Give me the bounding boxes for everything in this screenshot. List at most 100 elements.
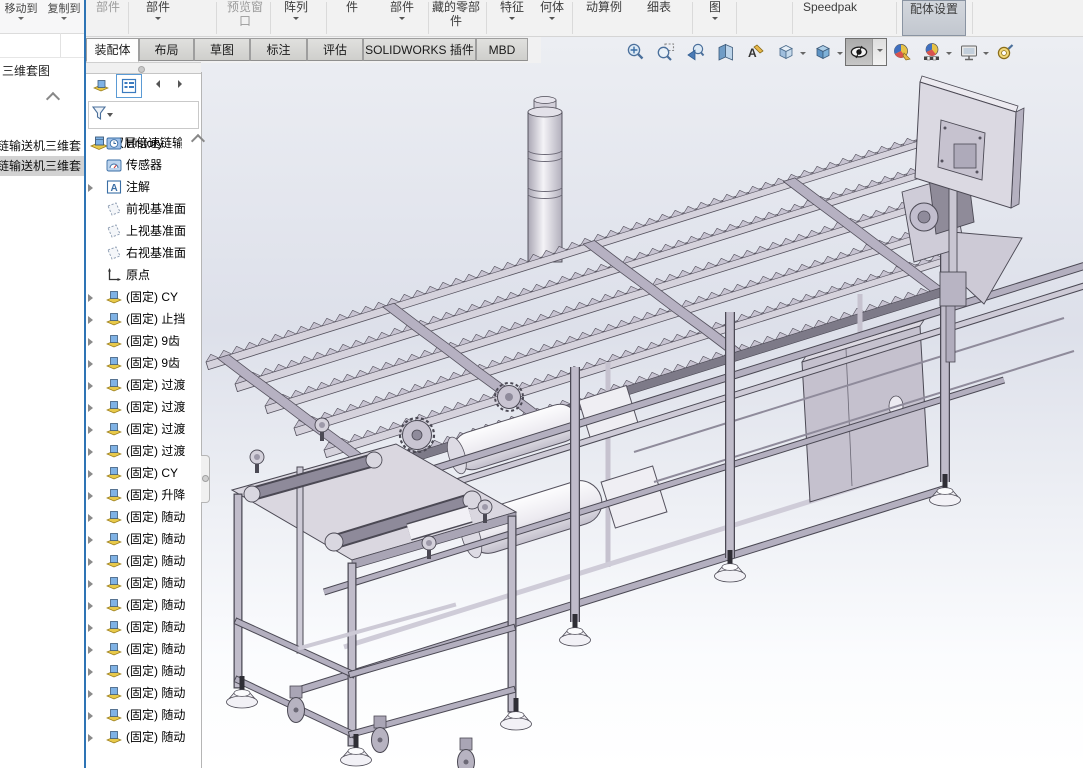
filter-funnel-icon[interactable] [92, 105, 114, 125]
expand-arrow-icon[interactable] [88, 338, 97, 346]
tree-item[interactable]: A (固定) 升降 [86, 484, 201, 506]
caster-wheel[interactable] [372, 716, 389, 753]
ribbon-assembly-features-button[interactable]: 特征 [492, 0, 532, 23]
tree-item[interactable]: A 上视基准面 [86, 220, 201, 242]
leveling-foot[interactable] [341, 734, 372, 766]
tree-item[interactable]: A (固定) 随动 [86, 594, 201, 616]
tree-item[interactable]: A 注解 [86, 176, 201, 198]
view-orientation-icon[interactable] [774, 40, 798, 64]
expand-arrow-icon[interactable] [88, 294, 97, 302]
expand-arrow-icon[interactable] [88, 448, 97, 456]
propertymanager-tab[interactable] [116, 74, 142, 98]
tree-item[interactable]: A 原点 [86, 264, 201, 286]
tree-item[interactable]: A (固定) 随动 [86, 506, 201, 528]
expand-arrow-icon[interactable] [88, 712, 97, 720]
copy-to-button[interactable]: 复制到 [44, 0, 84, 30]
tree-item[interactable]: A (固定) 9齿 [86, 352, 201, 374]
leveling-foot[interactable] [501, 698, 532, 730]
tree-item[interactable]: A (固定) 随动 [86, 682, 201, 704]
view-settings-icon[interactable] [957, 40, 981, 64]
expand-arrow-icon[interactable] [88, 624, 97, 632]
ribbon-pattern-button[interactable]: 阵列 [276, 0, 316, 23]
tab-solidworks-addins[interactable]: SOLIDWORKS 插件 [363, 38, 476, 61]
expand-arrow-icon[interactable] [88, 360, 97, 368]
scroll-tabs-right-icon[interactable] [178, 80, 186, 88]
file-row[interactable]: 链输送机三维套 [0, 136, 84, 156]
hide-show-items-button-pressed[interactable] [845, 38, 887, 66]
tree-item[interactable]: A 传感器 [86, 154, 201, 176]
ribbon-hidden-components-button[interactable]: 藏的零部件 [432, 0, 480, 28]
ribbon-exploded-view-button[interactable]: 图 [700, 0, 730, 23]
tab-mbd[interactable]: MBD [476, 38, 528, 61]
expand-arrow-icon[interactable] [88, 668, 97, 676]
panel-splitter-horizontal[interactable] [86, 62, 201, 74]
expand-arrow-icon[interactable] [88, 184, 97, 192]
tab-layout[interactable]: 布局 [139, 38, 194, 61]
chevron-down-icon[interactable] [946, 52, 952, 58]
expand-arrow-icon[interactable] [88, 580, 97, 588]
tab-sketch[interactable]: 草图 [194, 38, 250, 61]
tree-filter-box[interactable] [88, 101, 199, 129]
bellows-cylinder[interactable] [528, 97, 562, 263]
tree-item[interactable]: A (固定) 过渡 [86, 374, 201, 396]
expand-arrow-icon[interactable] [88, 602, 97, 610]
tree-item[interactable]: A (固定) 过渡 [86, 418, 201, 440]
expand-arrow-icon[interactable] [88, 734, 97, 742]
file-row-selected[interactable]: 链输送机三维套 [0, 156, 84, 176]
adjustment-knob[interactable] [250, 450, 264, 473]
tree-item[interactable]: A (固定) 9齿 [86, 330, 201, 352]
chevron-down-icon[interactable] [983, 52, 989, 58]
tree-item[interactable]: A (固定) CY [86, 286, 201, 308]
expand-arrow-icon[interactable] [88, 492, 97, 500]
tree-item[interactable]: A 右视基准面 [86, 242, 201, 264]
graphics-viewport[interactable]: A [201, 37, 1083, 768]
caster-wheel[interactable] [288, 686, 305, 723]
chevron-down-icon[interactable] [800, 52, 806, 58]
caster-wheel[interactable] [458, 738, 475, 768]
tab-evaluate[interactable]: 评估 [307, 38, 363, 61]
previous-view-icon[interactable] [684, 40, 708, 64]
expand-arrow-icon[interactable] [88, 536, 97, 544]
tab-assembly[interactable]: 装配体 [86, 38, 139, 62]
expand-arrow-icon[interactable] [88, 646, 97, 654]
expand-arrow-icon[interactable] [88, 316, 97, 324]
assembly-3d-model[interactable] [204, 62, 1083, 768]
tree-item[interactable]: A (固定) 随动 [86, 528, 201, 550]
tree-item[interactable]: A (固定) 随动 [86, 572, 201, 594]
expand-arrow-icon[interactable] [88, 404, 97, 412]
expand-arrow-icon[interactable] [88, 690, 97, 698]
tree-item[interactable]: A (固定) 过渡 [86, 440, 201, 462]
tree-item[interactable]: A 前视基准面 [86, 198, 201, 220]
zoom-to-fit-icon[interactable] [624, 40, 648, 64]
tree-item[interactable]: A (固定) 随动 [86, 616, 201, 638]
leveling-foot[interactable] [560, 614, 591, 646]
ribbon-bom-button[interactable]: 细表 [636, 0, 682, 14]
scroll-tabs-left-icon[interactable] [152, 80, 160, 88]
expand-arrow-icon[interactable] [88, 514, 97, 522]
tree-item[interactable]: A (固定) 随动 [86, 550, 201, 572]
tree-item[interactable]: A (固定) 随动 [86, 726, 201, 748]
annotation-views-icon[interactable]: A [744, 40, 768, 64]
hide-show-dropdown[interactable] [872, 39, 886, 65]
display-style-icon[interactable] [811, 40, 835, 64]
hide-show-items-icon[interactable] [847, 40, 871, 64]
move-to-button[interactable]: 移动到 [2, 0, 40, 30]
expand-arrow-icon[interactable] [88, 470, 97, 478]
tree-item[interactable]: A (固定) CY [86, 462, 201, 484]
ribbon-move-component-button[interactable]: 部件 [382, 0, 422, 23]
leveling-foot[interactable] [227, 676, 258, 708]
tree-item[interactable]: A (固定) 过渡 [86, 396, 201, 418]
ribbon-insert-component-button[interactable]: 部件 [138, 0, 178, 23]
section-view-icon[interactable] [714, 40, 738, 64]
featuremanager-tab[interactable] [88, 74, 114, 98]
chevron-down-icon[interactable] [837, 52, 843, 58]
tree-item[interactable]: A (固定) 随动 [86, 660, 201, 682]
magnify-icon[interactable] [994, 40, 1018, 64]
tree-item[interactable]: A History [86, 132, 201, 154]
tab-markup[interactable]: 标注 [250, 38, 307, 61]
tree-item[interactable]: A (固定) 随动 [86, 638, 201, 660]
ribbon-assembly-settings-button[interactable]: 配体设置 [902, 0, 966, 36]
apply-scene-icon[interactable] [920, 40, 944, 64]
ribbon-smart-fastener-button[interactable]: 件 [332, 0, 372, 14]
expand-arrow-icon[interactable] [88, 382, 97, 390]
